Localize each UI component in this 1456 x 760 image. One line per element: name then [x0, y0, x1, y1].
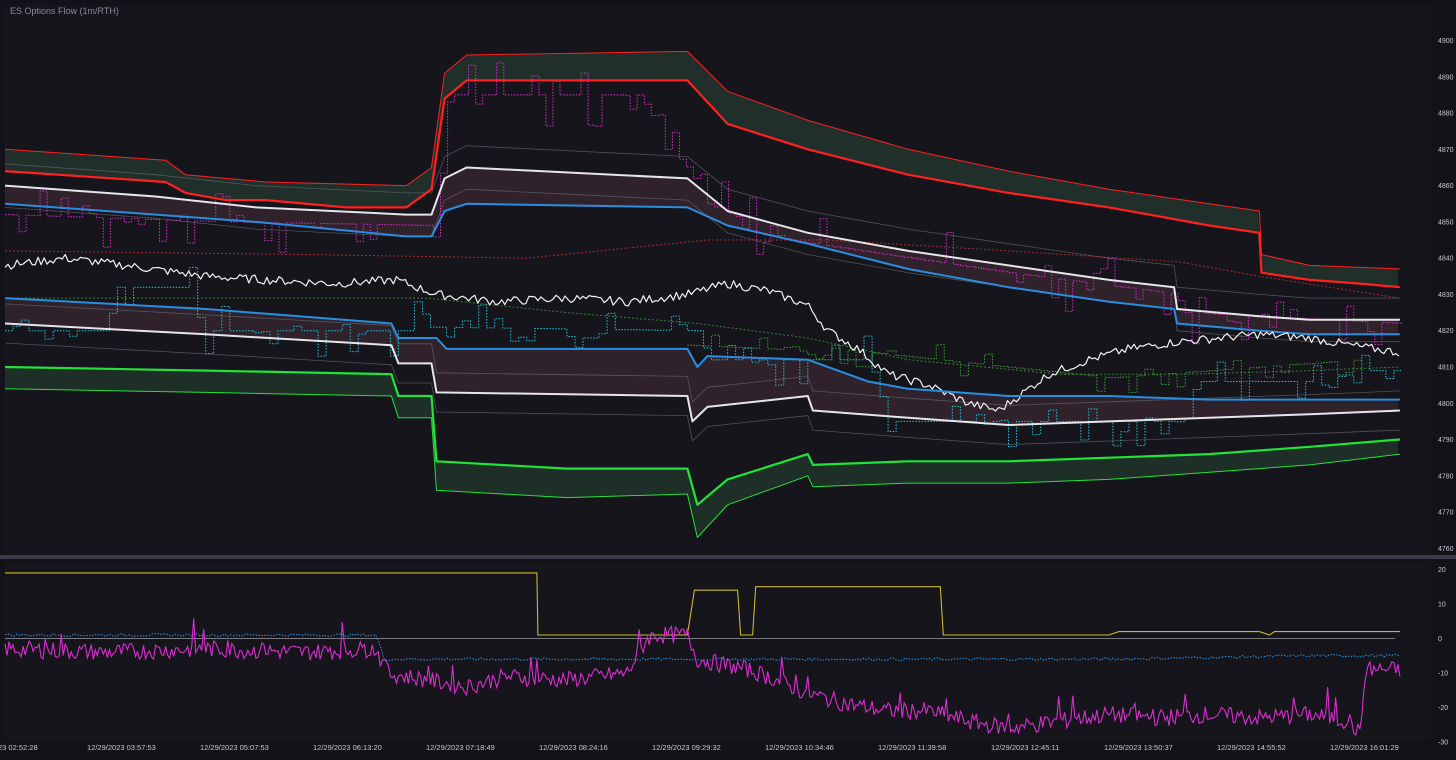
x-tick: 12/29/2023 03:57:53: [87, 743, 156, 752]
main-y-tick: 4760: [1438, 546, 1454, 553]
x-tick: 12/29/2023 13:50:37: [1104, 743, 1173, 752]
sub-y-tick: -30: [1438, 740, 1448, 747]
main-y-tick: 4800: [1438, 401, 1454, 408]
main-y-tick: 4880: [1438, 111, 1454, 118]
main-y-tick: 4820: [1438, 328, 1454, 335]
es-options-flow-chart: ES Options Flow (1m/RTH) 4760 4770 4780 479…: [0, 0, 1456, 760]
main-y-tick: 4790: [1438, 437, 1454, 444]
main-y-tick: 4890: [1438, 74, 1454, 81]
x-tick: 12/29/2023 16:01:29: [1330, 743, 1399, 752]
x-tick: 12/29/2023 14:55:52: [1217, 743, 1286, 752]
x-tick: 12/29/2023 08:24:16: [539, 743, 608, 752]
x-tick: 12/29/2023 12:45:11: [991, 743, 1059, 752]
sub-y-tick: -20: [1438, 705, 1448, 712]
x-tick: 12/29/2023 05:07:53: [200, 743, 269, 752]
sub-y-tick: 0: [1438, 636, 1442, 643]
x-tick: 23 02:52:28: [0, 743, 38, 752]
main-y-tick: 4850: [1438, 219, 1454, 226]
main-y-tick: 4870: [1438, 147, 1454, 154]
x-tick: 12/29/2023 11:39:58: [878, 743, 946, 752]
main-y-tick: 4830: [1438, 292, 1454, 299]
sub-y-tick: 20: [1438, 567, 1446, 574]
main-y-tick: 4860: [1438, 183, 1454, 190]
main-y-tick: 4900: [1438, 38, 1454, 45]
main-y-tick: 4810: [1438, 364, 1454, 371]
main-y-tick: 4770: [1438, 510, 1454, 517]
x-tick: 12/29/2023 06:13:20: [313, 743, 382, 752]
x-tick: 12/29/2023 07:18:49: [426, 743, 495, 752]
main-y-tick: 4840: [1438, 256, 1454, 263]
sub-y-tick: -10: [1438, 670, 1448, 677]
x-tick: 12/29/2023 09:29:32: [652, 743, 721, 752]
sub-y-tick: 10: [1438, 601, 1446, 608]
x-tick: 12/29/2023 10:34:46: [765, 743, 834, 752]
main-y-tick: 4780: [1438, 473, 1454, 480]
chart-title: ES Options Flow (1m/RTH): [10, 6, 119, 16]
